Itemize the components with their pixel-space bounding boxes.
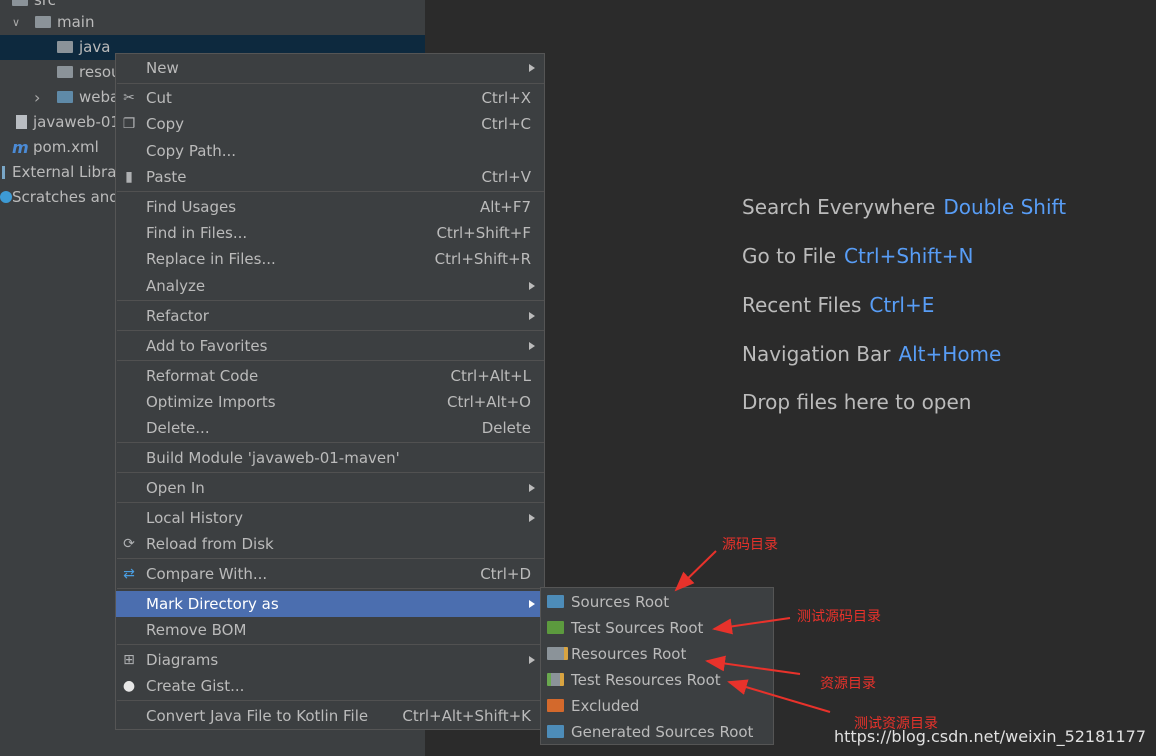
annotation-arrow <box>674 550 717 592</box>
annotation-arrows <box>674 550 831 713</box>
annotation-arrow <box>727 679 831 713</box>
annotation-test-sources-root: 测试源码目录 <box>797 609 881 625</box>
annotation-resources-root: 资源目录 <box>820 676 876 692</box>
annotation-arrow <box>712 617 791 635</box>
annotation-sources-root: 源码目录 <box>722 537 778 553</box>
annotation-arrow <box>705 655 801 675</box>
watermark: https://blog.csdn.net/weixin_52181177 <box>833 727 1146 746</box>
